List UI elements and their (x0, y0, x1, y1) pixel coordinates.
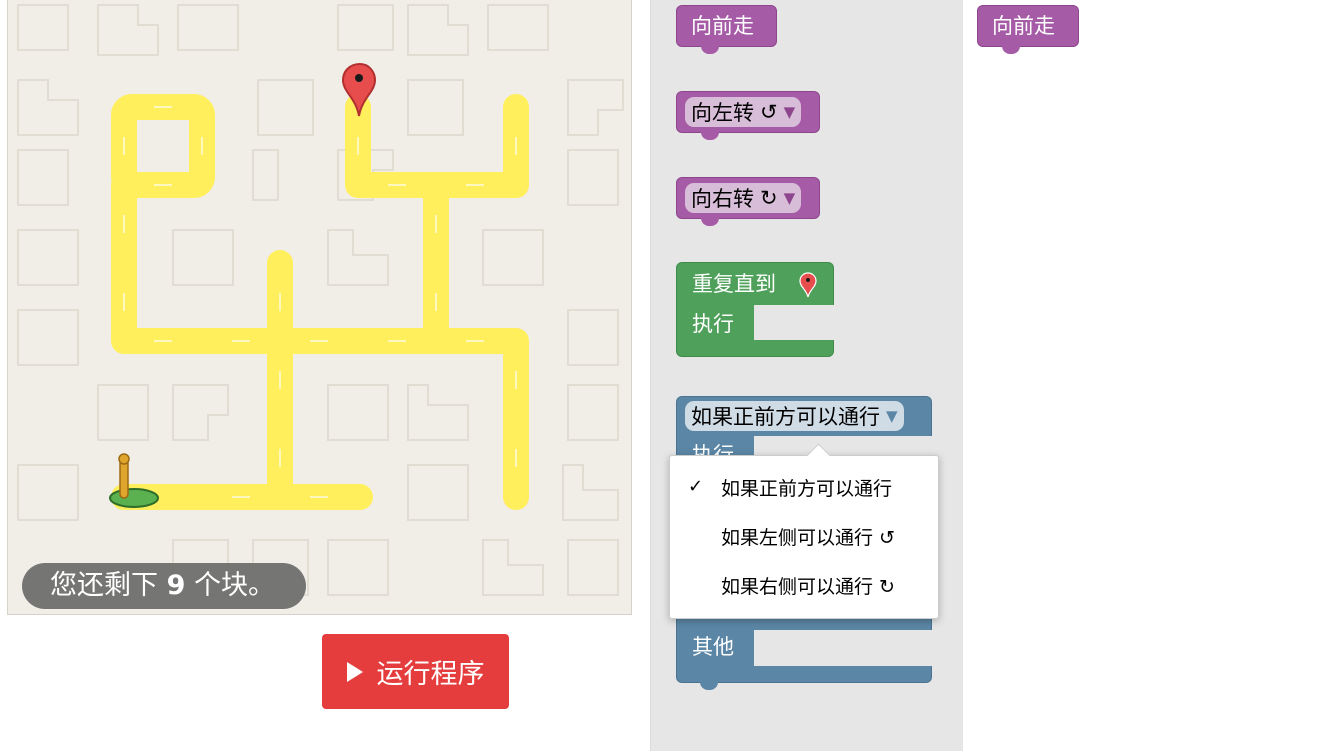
turn-right-dropdown[interactable]: 向右转 ↻ ▼ (685, 183, 802, 213)
goal-marker-icon (799, 272, 817, 298)
toolbox-turn-right-block[interactable]: 向右转 ↻ ▼ (676, 177, 820, 226)
if-condition-dropdown[interactable]: 如果正前方可以通行 ▼ (685, 401, 904, 431)
menu-item-front-clear[interactable]: ✓ 如果正前方可以通行 (670, 469, 938, 509)
dropdown-arrow-icon: ▼ (783, 189, 796, 207)
workspace-move-forward-block[interactable]: 向前走 (977, 5, 1079, 54)
if-else-else-section: 其他 (676, 629, 754, 667)
toolbox-turn-left-block[interactable]: 向左转 ↺ ▼ (676, 91, 820, 140)
run-program-label: 运行程序 (376, 659, 485, 690)
if-do-label: 执行 (692, 443, 734, 455)
turn-right-icon: ↻ (760, 186, 778, 210)
move-forward-label: 向前走 (691, 14, 754, 38)
repeat-until-do-label: 执行 (692, 312, 734, 336)
maze-canvas (7, 0, 632, 615)
menu-item-right-clear[interactable]: 如果右侧可以通行 ↻ (670, 567, 938, 607)
repeat-until-label: 重复直到 (692, 272, 776, 296)
turn-left-label: 向左转 (691, 101, 754, 125)
pegman-start-icon (109, 453, 159, 508)
blocks-remaining-prefix: 您还剩下 (50, 570, 158, 601)
menu-item-label: 如果右侧可以通行 ↻ (721, 576, 895, 598)
repeat-until-do-section: 执行 (676, 304, 754, 342)
condition-dropdown-menu: ✓ 如果正前方可以通行 如果左侧可以通行 ↺ 如果右侧可以通行 ↻ (669, 443, 939, 619)
menu-item-label: 如果左侧可以通行 ↺ (721, 527, 895, 549)
goal-marker-icon (341, 62, 377, 117)
checkmark-icon: ✓ (688, 476, 704, 497)
maze-svg (17, 4, 624, 596)
menu-item-left-clear[interactable]: 如果左侧可以通行 ↺ (670, 518, 938, 558)
block-notch (1002, 46, 1020, 54)
turn-left-dropdown[interactable]: 向左转 ↺ ▼ (685, 97, 802, 127)
play-icon (346, 661, 363, 682)
repeat-until-header: 重复直到 (676, 262, 834, 305)
repeat-until-footer (676, 340, 834, 357)
blocks-remaining-count: 9 (166, 570, 186, 601)
if-else-footer (676, 666, 932, 683)
dropdown-arrow-icon: ▼ (783, 103, 796, 121)
if-condition-label: 如果正前方可以通行 (691, 405, 880, 429)
turn-left-icon: ↺ (760, 100, 778, 124)
menu-item-label: 如果正前方可以通行 (721, 478, 893, 500)
if-else-header: 如果正前方可以通行 ▼ (676, 396, 932, 436)
else-label: 其他 (692, 635, 734, 659)
turn-right-label: 向右转 (691, 187, 754, 211)
move-forward-label: 向前走 (992, 14, 1055, 38)
blocks-remaining-suffix: 个块。 (193, 570, 275, 601)
run-program-button[interactable]: 运行程序 (322, 634, 509, 709)
dropdown-arrow-icon: ▼ (886, 407, 898, 425)
if-else-do-section: 执行 (676, 435, 754, 455)
blocks-remaining-label: 您还剩下 9 个块。 (22, 563, 306, 609)
toolbox-move-forward-block[interactable]: 向前走 (676, 5, 777, 54)
